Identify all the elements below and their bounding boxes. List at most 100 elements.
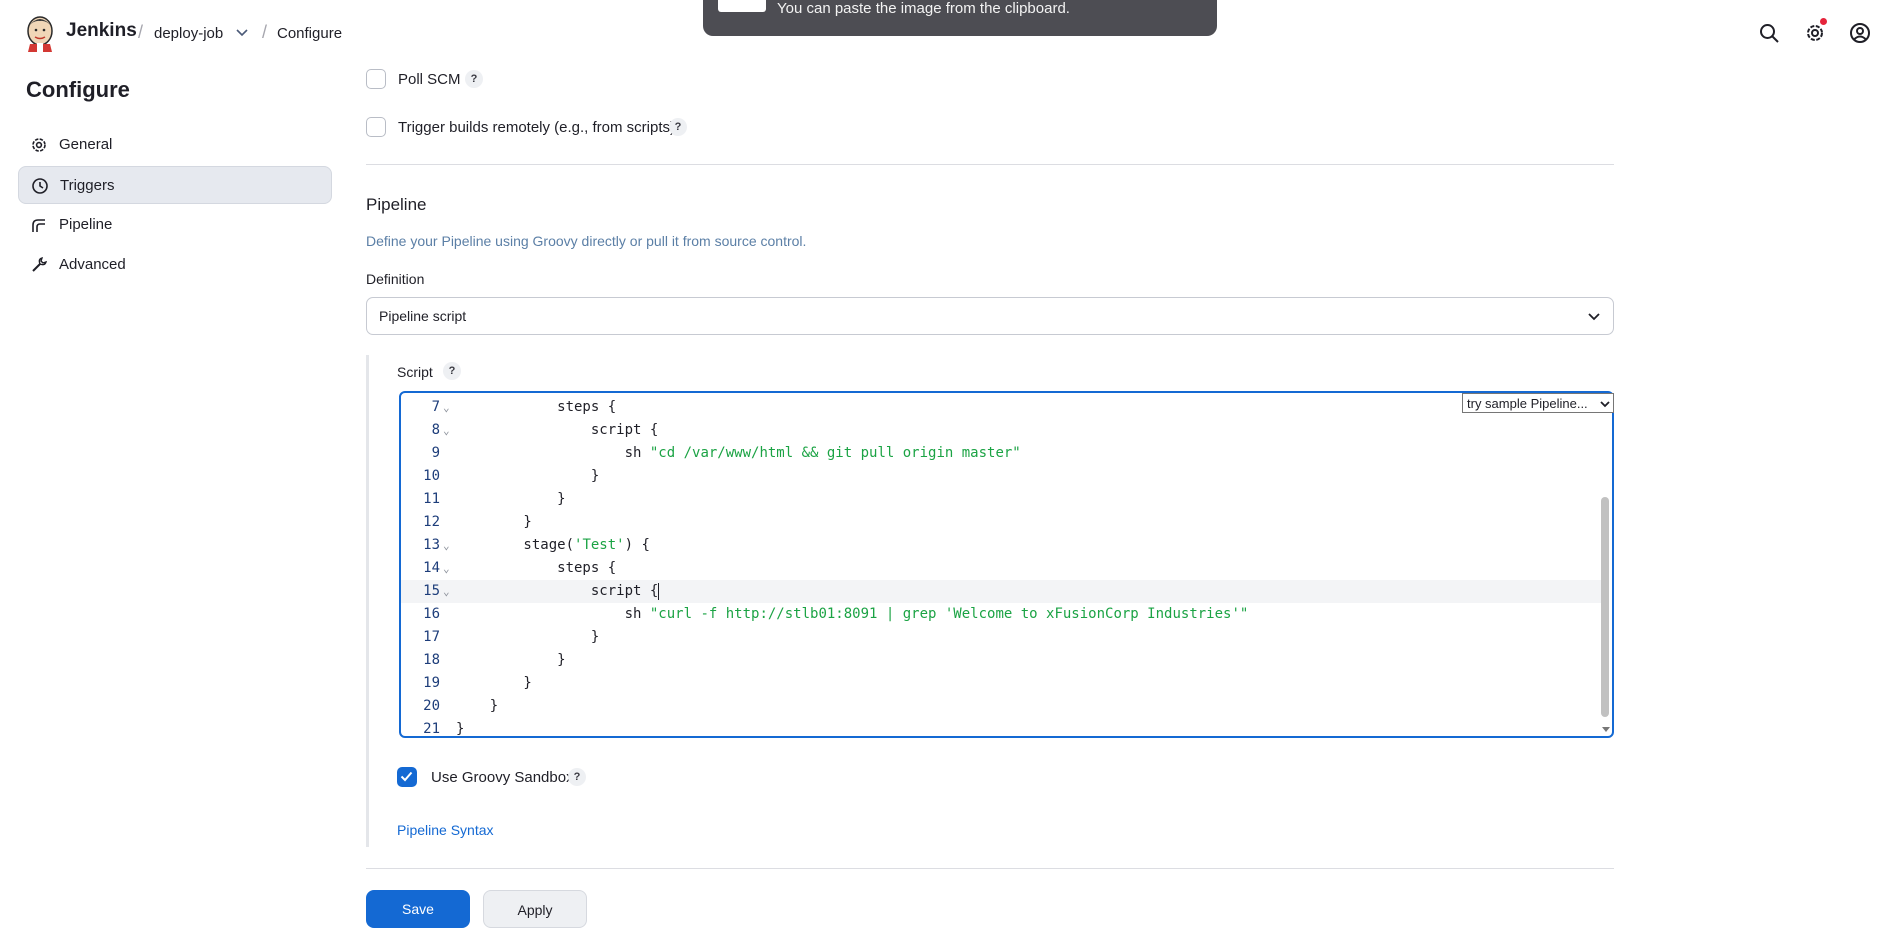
script-label: Script	[397, 364, 433, 380]
line-number: 19	[423, 675, 440, 691]
line-number: 13	[423, 537, 440, 553]
trigger-remote-checkbox[interactable]	[366, 117, 386, 137]
line-number: 18	[423, 652, 440, 668]
help-icon[interactable]: ?	[465, 70, 483, 88]
sidebar-item-triggers[interactable]: Triggers	[18, 166, 332, 204]
resize-handle-icon[interactable]	[1602, 725, 1610, 733]
pipeline-icon	[32, 219, 45, 232]
line-number: 10	[423, 468, 440, 484]
code-line[interactable]: 21}	[401, 718, 1601, 737]
text-caret	[658, 582, 660, 600]
checkmark-icon	[400, 771, 413, 782]
sidebar-item-general[interactable]: General	[18, 126, 332, 164]
try-sample-pipeline-select[interactable]: try sample Pipeline...	[1462, 393, 1614, 413]
code-line[interactable]: 16 sh "curl -f http://stlb01:8091 | grep…	[401, 603, 1601, 626]
code-text: sh "cd /var/www/html && git pull origin …	[456, 445, 1021, 461]
groovy-sandbox-checkbox[interactable]	[397, 767, 417, 787]
code-text: script {	[456, 582, 660, 600]
clipboard-toast: You can paste the image from the clipboa…	[703, 0, 1217, 36]
code-text: }	[456, 468, 600, 484]
apply-button[interactable]: Apply	[483, 890, 587, 928]
code-line[interactable]: 20 }	[401, 695, 1601, 718]
code-line[interactable]: 17 }	[401, 626, 1601, 649]
line-number: 15	[423, 583, 440, 599]
sidebar-item-advanced[interactable]: Advanced	[18, 246, 332, 284]
script-editor[interactable]: 7 ⌄ steps {8 ⌄ script {9 sh "cd /var/www/h…	[399, 391, 1614, 738]
chevron-down-icon	[1588, 313, 1600, 321]
code-line[interactable]: 9 sh "cd /var/www/html && git pull origi…	[401, 442, 1601, 465]
breadcrumb-configure[interactable]: Configure	[277, 25, 342, 42]
toast-image-thumbnail	[718, 0, 766, 12]
code-line[interactable]: 15 ⌄ script {	[401, 580, 1601, 603]
wrench-icon	[32, 257, 47, 272]
jenkins-brand[interactable]: Jenkins	[66, 20, 137, 42]
help-icon[interactable]: ?	[443, 362, 461, 380]
notification-badge	[1820, 18, 1827, 25]
code-text: }	[456, 698, 499, 714]
sidebar-title: Configure	[26, 77, 130, 102]
line-number: 20	[423, 698, 440, 714]
script-panel-bar	[366, 355, 369, 847]
fold-chevron-icon[interactable]: ⌄	[443, 557, 453, 580]
line-number: 17	[423, 629, 440, 645]
line-number: 14	[423, 560, 440, 576]
line-number: 8	[431, 422, 440, 438]
code-text: }	[456, 675, 532, 691]
code-line[interactable]: 7 ⌄ steps {	[401, 396, 1601, 419]
line-number: 16	[423, 606, 440, 622]
breadcrumb-separator: /	[138, 22, 144, 42]
code-text: }	[456, 652, 566, 668]
code-text: script {	[456, 422, 659, 438]
code-line[interactable]: 14 ⌄ steps {	[401, 557, 1601, 580]
trigger-remote-label: Trigger builds remotely (e.g., from scri…	[398, 119, 676, 136]
sidebar-item-pipeline[interactable]: Pipeline	[18, 206, 332, 244]
code-line[interactable]: 11 }	[401, 488, 1601, 511]
code-text: }	[456, 514, 532, 530]
line-number: 9	[431, 445, 440, 461]
code-line[interactable]: 13 ⌄ stage('Test') {	[401, 534, 1601, 557]
save-button[interactable]: Save	[366, 890, 470, 928]
line-number: 11	[423, 491, 440, 507]
breadcrumb-deploy-job[interactable]: deploy-job	[154, 25, 223, 42]
code-line[interactable]: 10 }	[401, 465, 1601, 488]
chevron-down-icon	[1600, 401, 1610, 408]
fold-chevron-icon[interactable]: ⌄	[443, 419, 453, 442]
definition-selected-value: Pipeline script	[379, 308, 467, 324]
pipeline-description: Define your Pipeline using Groovy direct…	[366, 233, 807, 249]
line-number: 21	[423, 721, 440, 737]
help-icon[interactable]: ?	[669, 118, 687, 136]
pipeline-syntax-link[interactable]: Pipeline Syntax	[397, 822, 494, 838]
search-icon[interactable]	[1758, 22, 1780, 44]
user-account-icon[interactable]	[1849, 22, 1871, 44]
code-text: }	[456, 721, 465, 737]
definition-select[interactable]: Pipeline script	[366, 297, 1614, 335]
code-string: 'Test'	[574, 537, 625, 553]
code-line[interactable]: 12 }	[401, 511, 1601, 534]
code-line[interactable]: 18 }	[401, 649, 1601, 672]
code-text: steps {	[456, 560, 617, 576]
breadcrumb-separator: /	[262, 22, 268, 42]
gear-icon	[32, 138, 46, 152]
fold-chevron-icon[interactable]: ⌄	[443, 396, 453, 419]
code-string: "curl -f http://stlb01:8091 | grep 'Welc…	[649, 606, 1249, 622]
fold-chevron-icon[interactable]: ⌄	[443, 534, 453, 557]
poll-scm-label: Poll SCM	[398, 71, 461, 88]
poll-scm-checkbox[interactable]	[366, 69, 386, 89]
help-icon[interactable]: ?	[568, 768, 586, 786]
code-line[interactable]: 19 }	[401, 672, 1601, 695]
manage-jenkins-gear-icon[interactable]	[1804, 22, 1826, 44]
toast-message: You can paste the image from the clipboa…	[777, 0, 1070, 17]
sidebar-item-label: General	[59, 136, 113, 153]
line-number: 12	[423, 514, 440, 530]
groovy-sandbox-label: Use Groovy Sandbox	[431, 769, 574, 786]
code-text: sh "curl -f http://stlb01:8091 | grep 'W…	[456, 606, 1249, 622]
line-number: 7	[431, 399, 440, 415]
fold-chevron-icon[interactable]: ⌄	[443, 580, 453, 603]
chevron-down-icon[interactable]	[234, 24, 250, 40]
editor-scrollbar[interactable]	[1601, 497, 1609, 717]
sidebar-item-label: Advanced	[59, 256, 126, 273]
code-line[interactable]: 8 ⌄ script {	[401, 419, 1601, 442]
pipeline-section-title: Pipeline	[366, 195, 427, 214]
section-divider	[366, 868, 1614, 869]
jenkins-logo-icon[interactable]	[24, 14, 56, 52]
